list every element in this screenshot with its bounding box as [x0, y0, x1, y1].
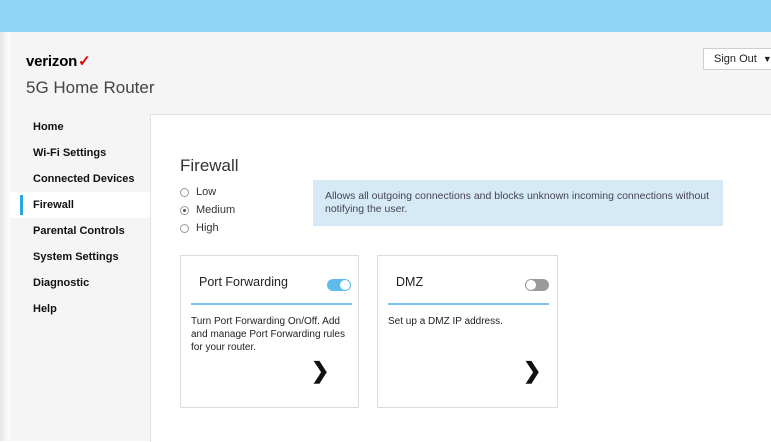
- radio-label: Medium: [196, 204, 236, 216]
- card-divider: [191, 303, 352, 305]
- toggle-knob: [526, 280, 536, 290]
- window-edge: [0, 32, 10, 441]
- radio-indicator[interactable]: [180, 223, 189, 233]
- sidebar-item-label: Help: [33, 303, 57, 315]
- radio-medium[interactable]: Medium: [180, 204, 235, 216]
- sidebar-item-firewall[interactable]: Firewall: [10, 192, 150, 218]
- port-forwarding-card[interactable]: Port Forwarding Turn Port Forwarding On/…: [180, 255, 359, 408]
- radio-high[interactable]: High: [180, 222, 219, 234]
- sidebar-item-connected-devices[interactable]: Connected Devices: [10, 166, 150, 192]
- sidebar-item-label: Parental Controls: [33, 225, 125, 237]
- main-content: Firewall Low Medium High Allows all outg…: [150, 114, 771, 442]
- card-description: Turn Port Forwarding On/Off. Add and man…: [191, 316, 345, 353]
- card-title: DMZ: [396, 275, 424, 289]
- sidebar-nav: Home Wi-Fi Settings Connected Devices Fi…: [10, 114, 150, 322]
- card-title: Port Forwarding: [199, 275, 288, 289]
- product-name: 5G Home Router: [26, 78, 155, 97]
- dmz-toggle[interactable]: [525, 279, 549, 291]
- brand-logo: verizon✓: [26, 52, 91, 70]
- sidebar-item-help[interactable]: Help: [10, 296, 150, 322]
- firewall-info-box: Allows all outgoing connections and bloc…: [313, 180, 723, 226]
- sign-out-label: Sign Out: [714, 53, 757, 65]
- toggle-knob: [340, 280, 350, 290]
- sidebar-item-label: Connected Devices: [33, 173, 135, 185]
- page-title: Firewall: [180, 156, 239, 175]
- sidebar-item-label: System Settings: [33, 251, 119, 263]
- dmz-card[interactable]: DMZ Set up a DMZ IP address. ❯: [377, 255, 558, 408]
- sidebar-item-system-settings[interactable]: System Settings: [10, 244, 150, 270]
- sign-out-button[interactable]: Sign Out ▼: [703, 48, 771, 70]
- sidebar-item-diagnostic[interactable]: Diagnostic: [10, 270, 150, 296]
- sidebar-item-wifi-settings[interactable]: Wi-Fi Settings: [10, 140, 150, 166]
- sidebar-item-parental-controls[interactable]: Parental Controls: [10, 218, 150, 244]
- sidebar-item-home[interactable]: Home: [10, 114, 150, 140]
- radio-indicator[interactable]: [180, 187, 189, 197]
- brand-checkmark-icon: ✓: [78, 53, 91, 70]
- sidebar-item-label: Firewall: [33, 199, 74, 211]
- top-bar: [0, 0, 771, 32]
- card-description: Set up a DMZ IP address.: [388, 316, 503, 327]
- sidebar-item-label: Home: [33, 121, 64, 133]
- radio-label: Low: [196, 186, 217, 198]
- card-divider: [388, 303, 549, 305]
- caret-down-icon: ▼: [762, 54, 771, 64]
- brand-name: verizon: [26, 53, 78, 70]
- firewall-info-text: Allows all outgoing connections and bloc…: [325, 190, 710, 215]
- chevron-right-icon[interactable]: ❯: [311, 358, 329, 384]
- sidebar-item-label: Diagnostic: [33, 277, 90, 289]
- radio-indicator[interactable]: [180, 205, 189, 215]
- port-forwarding-toggle[interactable]: [327, 279, 351, 291]
- radio-label: High: [196, 222, 219, 234]
- sidebar-item-label: Wi-Fi Settings: [33, 147, 107, 159]
- radio-low[interactable]: Low: [180, 186, 216, 198]
- chevron-right-icon[interactable]: ❯: [523, 358, 541, 384]
